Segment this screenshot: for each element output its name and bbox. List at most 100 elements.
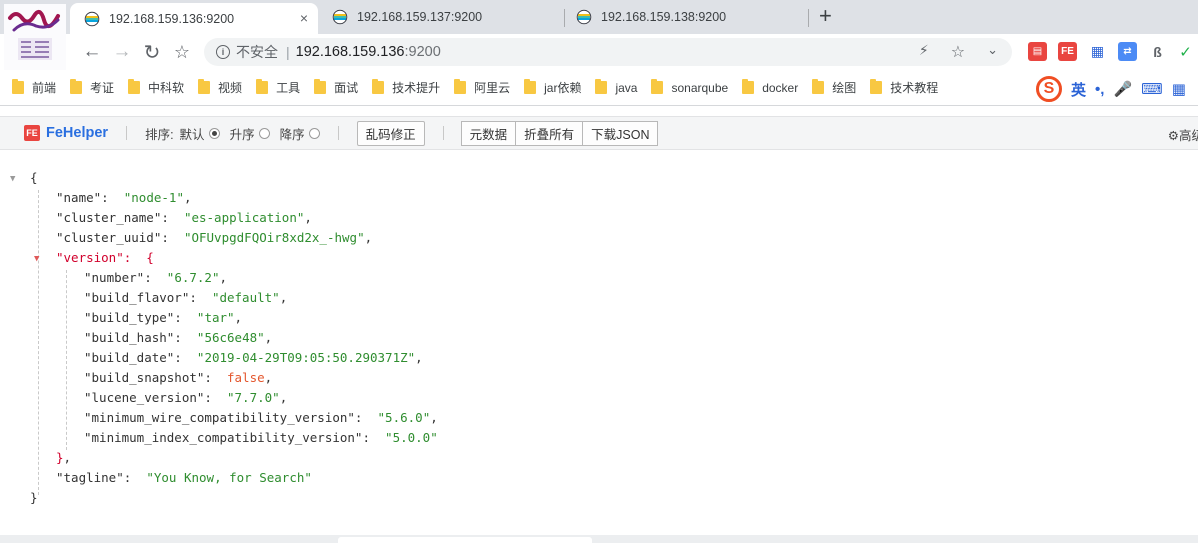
- collapse-version-toggle-icon[interactable]: ▼: [34, 254, 39, 264]
- elastic-favicon-icon: [332, 9, 348, 25]
- new-tab-button[interactable]: +: [819, 4, 832, 28]
- indent-guide: [66, 270, 67, 450]
- collapse-all-button[interactable]: 折叠所有: [515, 120, 584, 146]
- folder-icon: [256, 79, 269, 94]
- sort-default-radio[interactable]: 默认: [180, 124, 220, 143]
- json-row: "build_type": "tar",: [84, 310, 243, 325]
- json-viewer: ▼ { "name": "node-1", "cluster_name": "e…: [0, 160, 1198, 535]
- elastic-favicon-icon: [576, 9, 592, 25]
- bookmark-label: 中科软: [148, 81, 185, 95]
- keyboard-icon[interactable]: ⌨: [1141, 80, 1163, 98]
- url-text[interactable]: 192.168.159.136:9200: [296, 44, 441, 60]
- shield-extension-icon[interactable]: ✓: [1176, 42, 1195, 61]
- indent-guide: [38, 190, 39, 495]
- sogou-logo-icon[interactable]: S: [1036, 76, 1062, 102]
- tab-2[interactable]: 192.168.159.137:9200: [318, 0, 566, 34]
- bookmark-folder[interactable]: 视频: [198, 79, 242, 96]
- address-bar[interactable]: i 不安全 | 192.168.159.136:9200 ⚡ ☆ ⌄: [204, 38, 1012, 66]
- bookmark-label: 视频: [218, 81, 243, 95]
- site-info[interactable]: i 不安全: [216, 42, 278, 62]
- folder-icon: [198, 79, 211, 94]
- json-close-version: },: [56, 450, 72, 465]
- json-value: OFUvpgdFQOir8xd2x_-hwg: [191, 230, 358, 245]
- forward-arrow-icon[interactable]: →: [110, 40, 134, 64]
- bookmark-star-icon[interactable]: ☆: [170, 40, 194, 64]
- apps-extension-icon[interactable]: ▦: [1088, 42, 1107, 61]
- json-row: "build_flavor": "default",: [84, 290, 288, 305]
- json-row: "minimum_index_compatibility_version": "…: [84, 430, 438, 445]
- sort-label: 排序:: [145, 127, 174, 142]
- tab-title: 192.168.159.138:9200: [601, 10, 727, 24]
- fehelper-brand[interactable]: FE FeHelper: [24, 125, 108, 141]
- divider: [126, 126, 128, 140]
- bookmark-label: java: [615, 80, 638, 95]
- address-divider: |: [286, 44, 290, 60]
- b-extension-icon[interactable]: ß: [1148, 42, 1167, 61]
- elastic-favicon-icon: [84, 11, 100, 27]
- fehelper-extension-icon[interactable]: FE: [1058, 42, 1077, 61]
- url-host: 192.168.159.136: [295, 44, 405, 60]
- close-tab-icon[interactable]: ×: [300, 10, 308, 26]
- folder-icon: [595, 79, 608, 94]
- folder-icon: [651, 79, 664, 94]
- ime-mode-label[interactable]: 英: [1071, 79, 1086, 100]
- folder-icon: [314, 79, 327, 94]
- json-value: 56c6e48: [204, 330, 258, 345]
- ime-toolbar[interactable]: S 英 •, 🎤 ⌨ ▦: [1036, 74, 1198, 104]
- bookmark-label: jar依赖: [544, 81, 582, 95]
- bookmark-folder[interactable]: 绘图: [812, 79, 856, 96]
- folder-icon: [454, 79, 467, 94]
- sort-default-label: 默认: [179, 127, 205, 142]
- advanced-settings-button[interactable]: ⚙高级: [1168, 125, 1198, 144]
- bookmark-folder[interactable]: 前端: [12, 79, 56, 96]
- fix-encoding-button[interactable]: 乱码修正: [356, 120, 425, 146]
- url-port: :9200: [404, 44, 441, 60]
- download-json-button[interactable]: 下载JSON: [582, 120, 659, 146]
- bookmark-label: 考证: [90, 81, 115, 95]
- bookmark-folder[interactable]: 中科软: [128, 79, 184, 96]
- grid-menu-icon[interactable]: ▦: [1172, 80, 1186, 98]
- bookmark-label: 技术教程: [890, 81, 939, 95]
- bookmark-folder[interactable]: 考证: [70, 79, 114, 96]
- metadata-button[interactable]: 元数据: [460, 120, 517, 146]
- bookmark-folder[interactable]: 面试: [314, 79, 358, 96]
- bookmark-folder[interactable]: 工具: [256, 79, 300, 96]
- bookmark-page-star-icon[interactable]: ☆: [951, 42, 965, 62]
- back-arrow-icon[interactable]: ←: [80, 40, 104, 64]
- bookmark-folder[interactable]: 技术提升: [372, 79, 440, 96]
- folder-icon: [812, 79, 825, 94]
- bookmark-folder[interactable]: 阿里云: [454, 79, 510, 96]
- bookmark-folder[interactable]: jar依赖: [524, 79, 581, 96]
- bookmark-label: docker: [762, 80, 799, 95]
- json-value: default: [219, 290, 273, 305]
- translate-extension-icon[interactable]: ⇄: [1118, 42, 1137, 61]
- json-row: "cluster_uuid": "OFUvpgdFQOir8xd2x_-hwg"…: [56, 230, 373, 245]
- clipboard-extension-icon[interactable]: ▤: [1028, 42, 1047, 61]
- bookmark-folder[interactable]: docker: [742, 79, 799, 95]
- tab-1[interactable]: 192.168.159.136:9200 ×: [70, 3, 318, 34]
- radio-checked-icon: [208, 127, 220, 139]
- bookmark-folder[interactable]: java: [595, 79, 638, 95]
- reload-icon[interactable]: ↻: [140, 40, 164, 64]
- ime-punctuation-label[interactable]: •,: [1095, 81, 1104, 98]
- json-value: 6.7.2: [174, 270, 212, 285]
- json-value: tar: [204, 310, 228, 325]
- radio-unchecked-icon: [308, 127, 320, 139]
- tab-3[interactable]: 192.168.159.138:9200: [562, 0, 810, 34]
- bottom-tab-edge: [338, 537, 592, 543]
- bookmark-folder[interactable]: 技术教程: [870, 79, 938, 96]
- folder-icon: [742, 79, 755, 94]
- profile-logo-image[interactable]: [4, 4, 66, 70]
- json-row: "name": "node-1",: [56, 190, 192, 205]
- chevron-down-icon[interactable]: ⌄: [987, 42, 998, 62]
- sort-asc-radio[interactable]: 升序: [230, 124, 270, 143]
- sort-desc-radio[interactable]: 降序: [280, 124, 320, 143]
- collapse-root-toggle-icon[interactable]: ▼: [10, 174, 15, 184]
- json-row: "tagline": "You Know, for Search": [56, 470, 312, 485]
- bookmark-label: 面试: [334, 81, 359, 95]
- json-open-brace: {: [30, 170, 38, 185]
- microphone-icon[interactable]: 🎤: [1113, 80, 1132, 98]
- folder-icon: [372, 79, 385, 94]
- bookmark-folder[interactable]: sonarqube: [651, 79, 728, 95]
- key-icon[interactable]: ⚡: [919, 42, 929, 62]
